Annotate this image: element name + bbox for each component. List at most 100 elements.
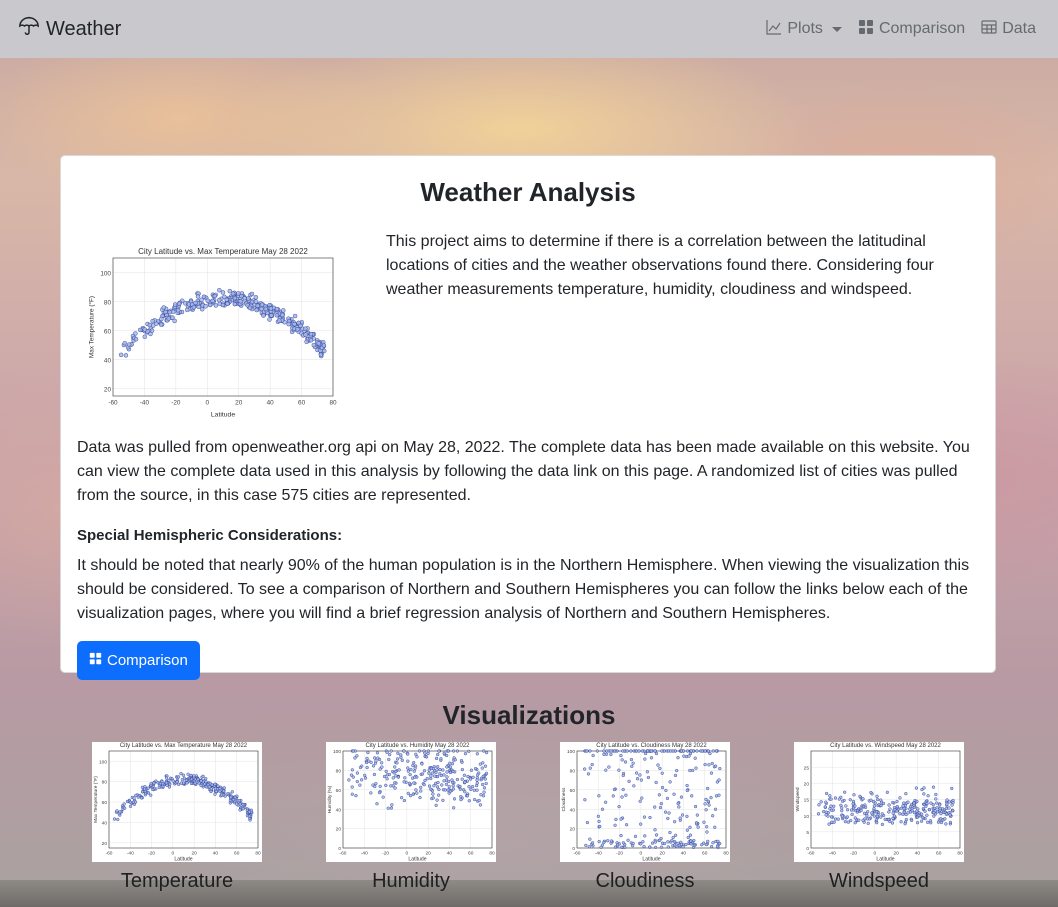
scatter-point — [634, 771, 639, 775]
scatter-point — [414, 752, 418, 756]
scatter-point — [705, 830, 709, 834]
nav-links: Plots Comparison Data — [766, 19, 1036, 40]
temperature-thumbnail[interactable]: City Latitude vs. Max Temperature May 28… — [92, 742, 262, 862]
scatter-point — [583, 767, 587, 771]
scatter-point — [895, 805, 899, 809]
scatter-point — [199, 306, 205, 312]
scatter-point — [630, 844, 635, 848]
scatter-point — [249, 291, 255, 297]
scatter-point — [935, 806, 939, 810]
scatter-point — [132, 802, 137, 806]
vis-label-cloudiness: Cloudiness — [595, 870, 695, 892]
comparison-button[interactable]: Comparison — [77, 641, 200, 680]
nav-comparison-link[interactable]: Comparison — [858, 19, 965, 40]
scatter-point — [709, 844, 714, 849]
scatter-point — [711, 814, 715, 818]
scatter-point — [193, 781, 197, 785]
scatter-point — [365, 765, 369, 770]
vis-label-humidity: Humidity — [372, 870, 450, 892]
scatter-point — [478, 803, 482, 807]
intro-paragraph: This project aims to determine if there … — [386, 233, 934, 298]
scatter-point — [669, 749, 673, 753]
scatter-point — [484, 751, 489, 755]
scatter-point — [431, 796, 435, 800]
scatter-point — [632, 784, 636, 788]
brand-link[interactable]: Weather — [18, 15, 121, 43]
scatter-point — [128, 800, 133, 804]
scatter-point — [880, 812, 884, 816]
scatter-point — [667, 811, 671, 815]
scatter-point — [597, 794, 601, 798]
x-tick-label: 40 — [915, 850, 921, 856]
scatter-point — [817, 803, 821, 807]
intro-temperature-chart[interactable]: City Latitude vs. Max Temperature May 28… — [87, 238, 337, 418]
scatter-point — [435, 798, 439, 802]
scatter-point — [467, 799, 471, 803]
scatter-point — [303, 332, 308, 337]
scatter-point — [660, 771, 664, 775]
scatter-point — [427, 771, 431, 775]
scatter-point — [439, 757, 443, 761]
scatter-point — [639, 778, 643, 782]
y-tick-label: 20 — [104, 387, 112, 394]
caret-down-icon — [831, 26, 842, 32]
y-tick-label: 100 — [99, 759, 107, 765]
scatter-point — [220, 302, 226, 308]
scatter-point — [406, 766, 410, 770]
scatter-point — [432, 784, 436, 788]
scatter-point — [350, 768, 355, 772]
nav-data-link[interactable]: Data — [981, 19, 1036, 40]
scatter-point — [832, 804, 836, 808]
scatter-point — [597, 819, 601, 824]
x-tick-label: 80 — [723, 850, 729, 856]
scatter-point — [639, 822, 643, 826]
scatter-point — [851, 802, 855, 806]
scatter-point — [666, 840, 670, 844]
scatter-point — [599, 845, 603, 849]
grid-icon — [858, 19, 874, 40]
scatter-point — [126, 342, 132, 347]
scatter-point — [455, 777, 460, 782]
scatter-point — [473, 766, 478, 771]
scatter-point — [649, 749, 653, 753]
scatter-point — [939, 820, 944, 825]
y-tick-label: 60 — [570, 788, 576, 794]
scatter-point — [869, 798, 873, 802]
scatter-point — [686, 835, 690, 840]
scatter-point — [921, 807, 926, 811]
scatter-point — [706, 786, 710, 791]
scatter-point — [658, 766, 662, 771]
windspeed-thumbnail[interactable]: City Latitude vs. Windspeed May 28 2022 0… — [794, 742, 964, 862]
scatter-point — [872, 804, 876, 808]
scatter-point — [677, 805, 681, 809]
y-tick-label: 5 — [806, 830, 809, 836]
scatter-point — [450, 778, 454, 782]
scatter-point — [659, 845, 664, 849]
scatter-point — [233, 795, 237, 799]
scatter-point — [415, 791, 419, 795]
cloudiness-thumbnail[interactable]: City Latitude vs. Cloudiness May 28 2022… — [560, 742, 730, 862]
chart-title: City Latitude vs. Max Temperature May 28… — [138, 247, 308, 256]
scatter-point — [384, 769, 388, 774]
scatter-point — [115, 809, 119, 813]
vis-item-cloudiness[interactable]: City Latitude vs. Cloudiness May 28 2022… — [528, 742, 762, 893]
humidity-thumbnail[interactable]: City Latitude vs. Humidity May 28 2022 0 2… — [326, 742, 496, 862]
nav-plots-dropdown[interactable]: Plots — [766, 19, 842, 40]
scatter-point — [844, 804, 848, 808]
scatter-point — [871, 800, 876, 804]
x-tick-label: 20 — [235, 399, 243, 406]
scatter-point — [393, 786, 397, 790]
scatter-point — [885, 790, 889, 794]
vis-item-temperature[interactable]: City Latitude vs. Max Temperature May 28… — [60, 742, 294, 893]
scatter-point — [887, 810, 891, 814]
scatter-point — [393, 765, 397, 769]
scatter-point — [164, 781, 169, 785]
scatter-point — [295, 327, 300, 332]
vis-item-windspeed[interactable]: City Latitude vs. Windspeed May 28 2022 0… — [762, 742, 996, 893]
scatter-point — [481, 774, 485, 778]
scatter-point — [453, 758, 457, 762]
scatter-point — [653, 828, 657, 832]
vis-item-humidity[interactable]: City Latitude vs. Humidity May 28 2022 0 2… — [294, 742, 528, 893]
x-tick-label: 60 — [298, 399, 306, 406]
scatter-point — [459, 759, 464, 763]
